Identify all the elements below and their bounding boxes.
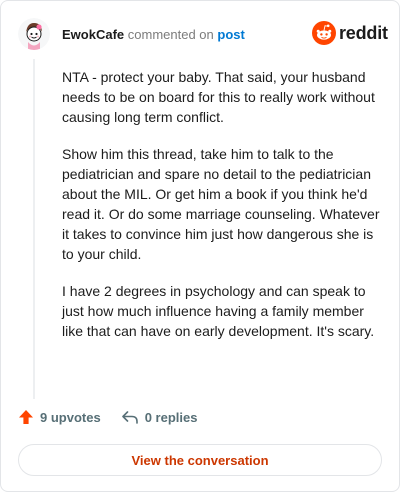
- reddit-snoo-icon: [312, 21, 336, 45]
- comment-body: NTA - protect your baby. That said, your…: [62, 67, 380, 358]
- comment-actions: 9 upvotes 0 replies: [18, 409, 197, 425]
- snoo-avatar-icon: [18, 18, 50, 50]
- user-avatar[interactable]: [18, 18, 50, 50]
- comment-paragraph: I have 2 degrees in psychology and can s…: [62, 283, 375, 339]
- view-conversation-label: View the conversation: [131, 452, 269, 468]
- upvote-count: 9 upvotes: [40, 409, 101, 425]
- view-conversation-button[interactable]: View the conversation: [18, 444, 382, 476]
- username-link[interactable]: EwokCafe: [62, 27, 124, 42]
- post-link[interactable]: post: [217, 27, 244, 42]
- reply-arrow-icon: [121, 411, 138, 424]
- thread-line[interactable]: [33, 59, 35, 399]
- reply-count: 0 replies: [144, 409, 198, 425]
- reply-button[interactable]: 0 replies: [121, 409, 198, 425]
- upvote-button[interactable]: 9 upvotes: [18, 409, 101, 425]
- comment-header: EwokCafe commented on post: [62, 27, 245, 43]
- upvote-arrow-icon: [19, 410, 33, 424]
- commented-on-text: commented on: [127, 27, 214, 42]
- reddit-logo[interactable]: reddit: [312, 21, 388, 45]
- embedded-comment-card: EwokCafe commented on post reddit NTA - …: [0, 0, 400, 492]
- comment-paragraph: Show him this thread, take him to talk t…: [62, 146, 380, 262]
- reddit-wordmark: reddit: [339, 22, 388, 43]
- comment-paragraph: NTA - protect your baby. That said, your…: [62, 69, 375, 125]
